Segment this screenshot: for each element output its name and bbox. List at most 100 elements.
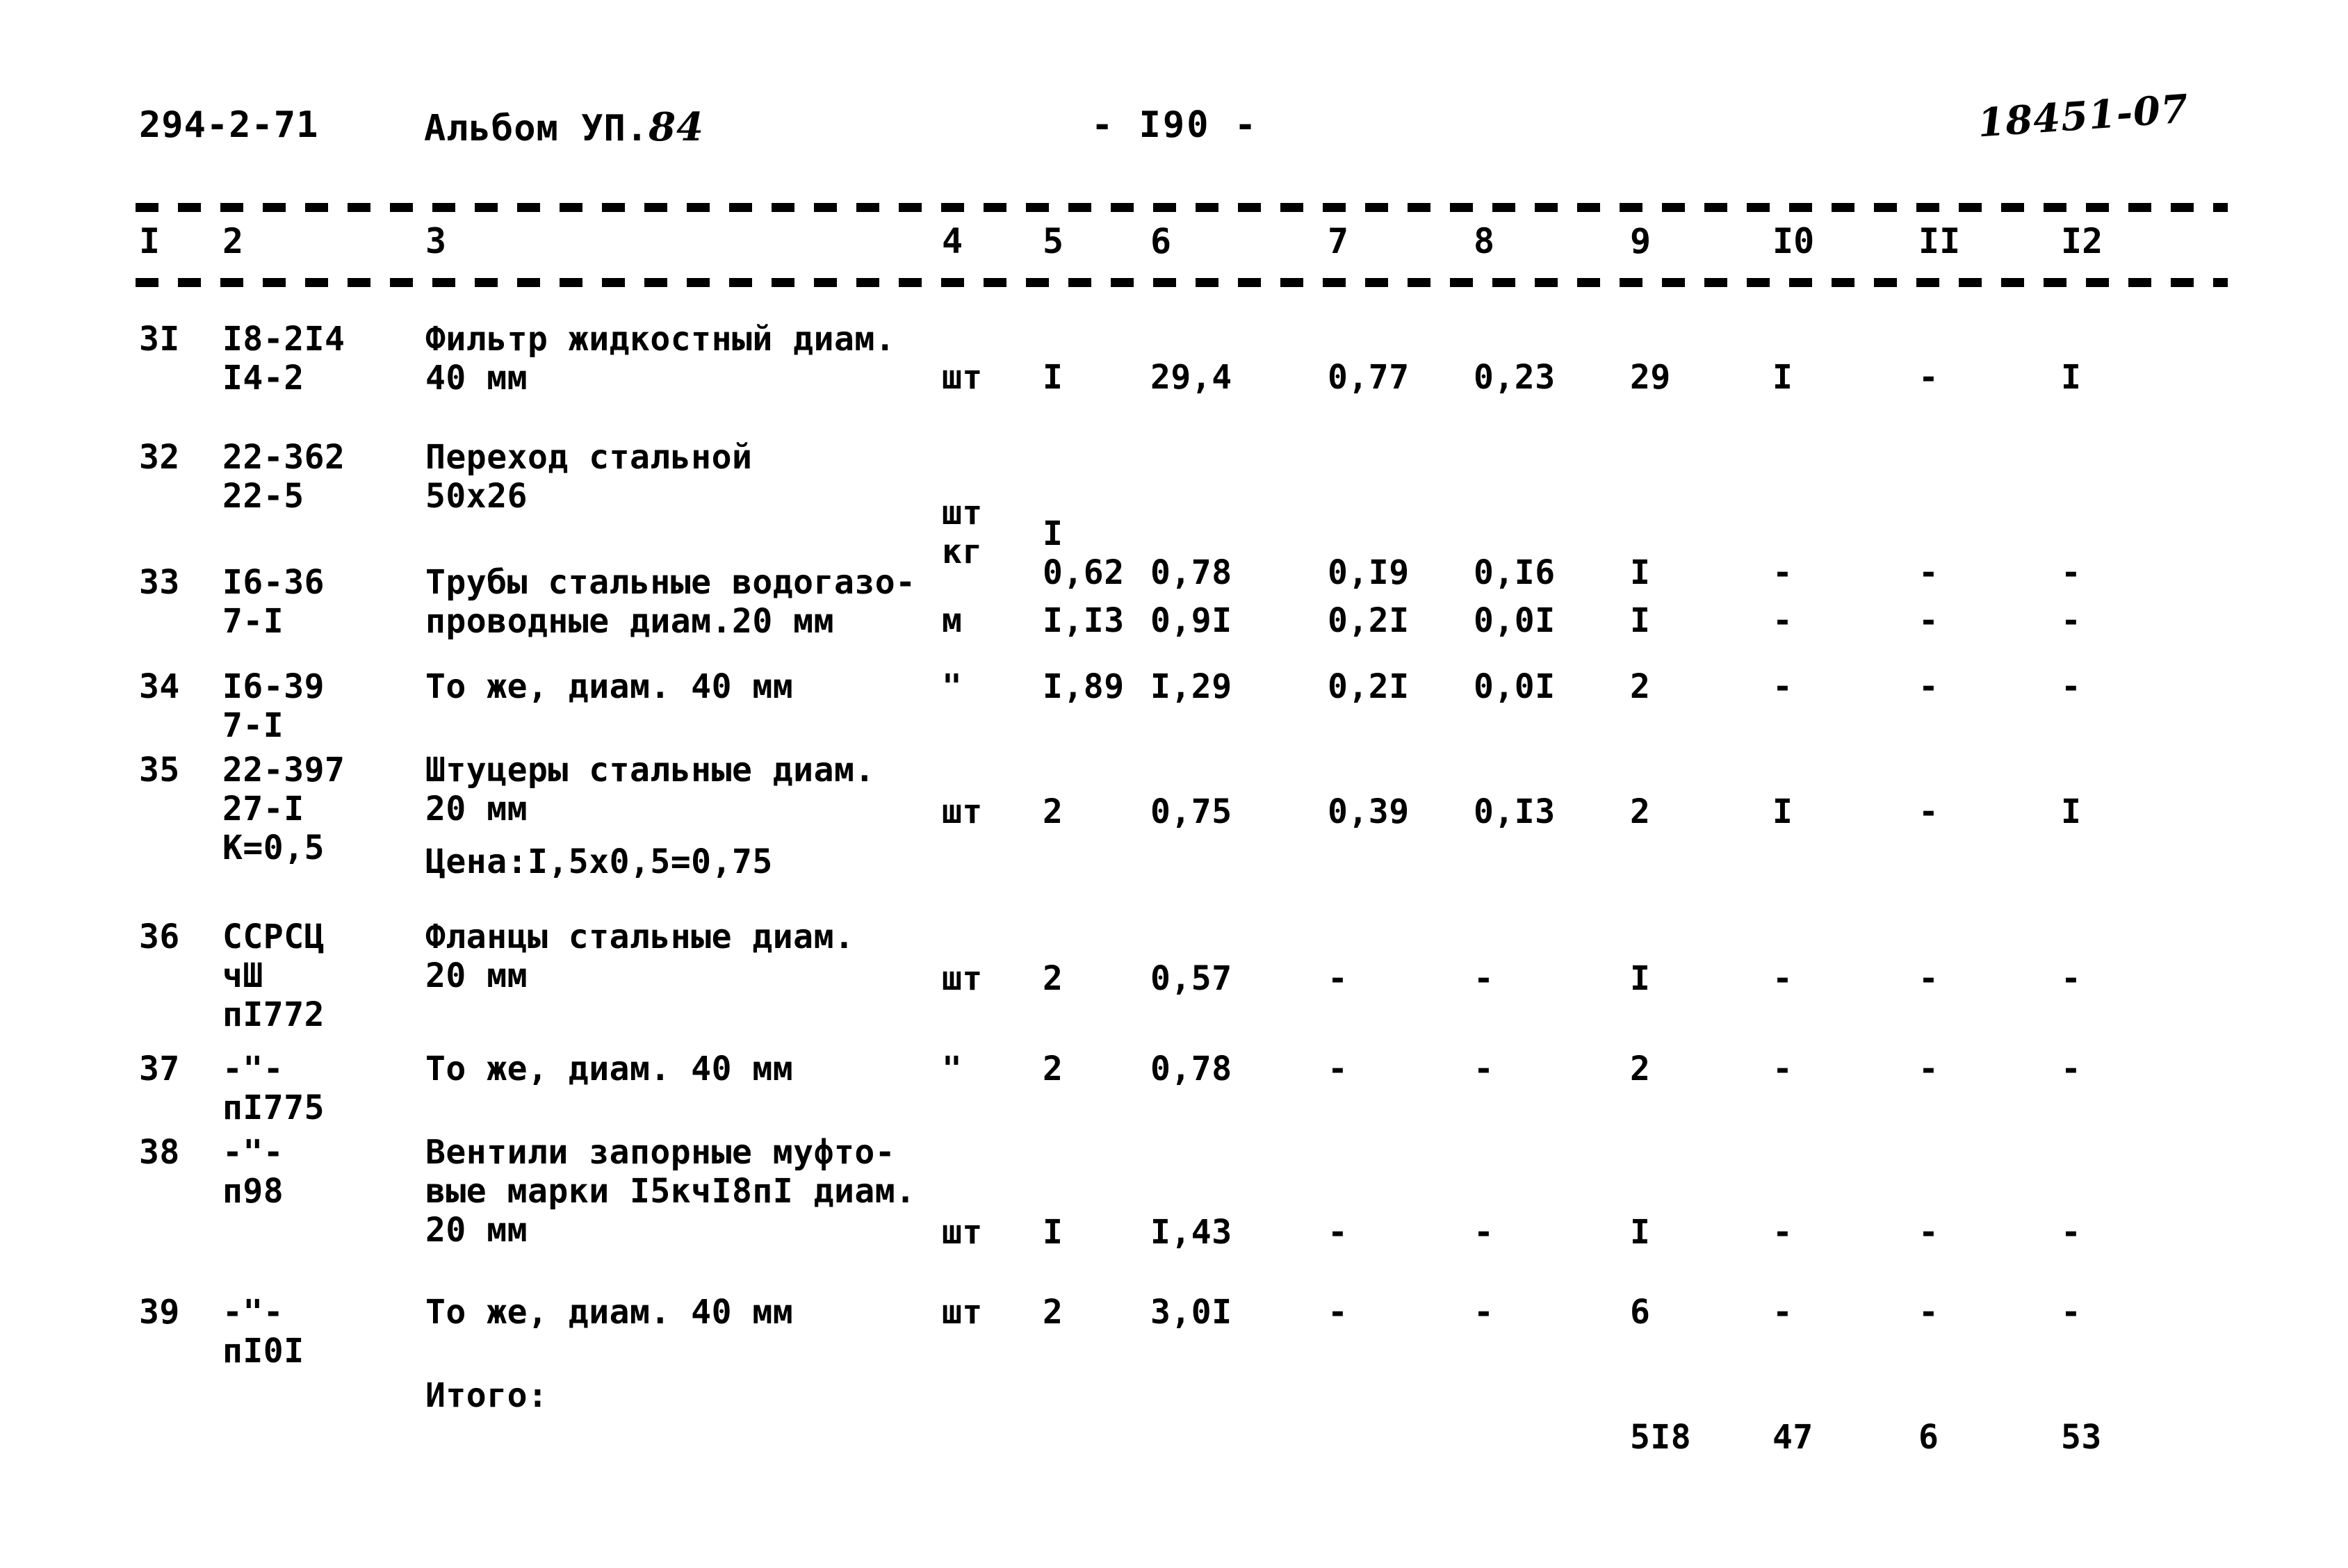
row-value-col10: - (1772, 553, 1793, 592)
row-value-col7: - (1328, 1050, 1348, 1088)
row-value-col9: I (1630, 959, 1651, 998)
row-value-col6: 0,78 (1150, 1050, 1232, 1088)
row-value-col11: - (1918, 792, 1939, 831)
column-number-10: I0 (1772, 221, 1815, 261)
row-description: Вентили запорные муфто- вые марки I5кчI8… (425, 1133, 916, 1250)
row-description: То же, диам. 40 мм (425, 1293, 794, 1332)
row-unit: шт (942, 959, 983, 998)
row-code: -"- пI775 (222, 1050, 325, 1127)
row-code: ССРСЦ чШ пI772 (222, 917, 325, 1034)
row-quantity: I (1043, 1213, 1063, 1252)
row-value-col9: 29 (1630, 358, 1671, 397)
row-description: Трубы стальные водогазо- проводные диам.… (425, 563, 916, 641)
row-value-col8: - (1474, 959, 1494, 998)
row-quantity: 2 (1043, 1050, 1063, 1088)
row-value-col11: - (1918, 601, 1939, 640)
column-number-2: 2 (222, 221, 244, 261)
row-value-col6: 3,0I (1150, 1293, 1232, 1332)
document-page: 294-2-71 Альбом УП.84 - I90 - 18451-07 I… (0, 0, 2348, 1568)
table-header-rule (136, 278, 2228, 287)
row-value-col11: - (1918, 553, 1939, 592)
row-value-col8: 0,I3 (1474, 792, 1556, 831)
row-value-col7: 0,77 (1328, 358, 1410, 397)
row-quantity: I (1043, 358, 1063, 397)
row-quantity: I 0,62 (1043, 514, 1125, 592)
row-quantity: 2 (1043, 792, 1063, 831)
row-description: Фланцы стальные диам. 20 мм (425, 917, 855, 995)
row-value-col7: - (1328, 959, 1348, 998)
column-number-4: 4 (942, 221, 963, 261)
row-value-col10: - (1772, 1213, 1793, 1252)
row-value-col10: I (1772, 792, 1793, 831)
row-value-col9: 2 (1630, 1050, 1651, 1088)
row-value-col7: 0,I9 (1328, 553, 1410, 592)
row-value-col8: - (1474, 1213, 1494, 1252)
row-value-col9: I (1630, 601, 1651, 640)
row-number: 34 (139, 667, 180, 706)
row-unit: шт (942, 358, 983, 397)
page-number: - I90 - (1091, 104, 1259, 146)
row-value-col6: 0,75 (1150, 792, 1232, 831)
row-value-col8: 0,23 (1474, 358, 1556, 397)
row-value-col9: I (1630, 1213, 1651, 1252)
row-number: 38 (139, 1133, 180, 1172)
row-value-col7: 0,39 (1328, 792, 1410, 831)
totals-col12: 53 (2061, 1418, 2102, 1457)
column-number-6: 6 (1150, 221, 1172, 261)
row-value-col6: I,43 (1150, 1213, 1232, 1252)
table-top-rule (136, 203, 2228, 212)
row-value-col7: - (1328, 1213, 1348, 1252)
row-value-col12: - (2061, 1213, 2082, 1252)
row-value-col9: 6 (1630, 1293, 1651, 1332)
row-number: 39 (139, 1293, 180, 1332)
column-number-3: 3 (425, 221, 447, 261)
row-description: То же, диам. 40 мм (425, 1050, 794, 1088)
row-unit: м (942, 601, 963, 640)
row-price-note: Цена:I,5х0,5=0,75 (425, 842, 773, 881)
row-code: -"- п98 (222, 1133, 284, 1211)
row-value-col8: 0,0I (1474, 601, 1556, 640)
row-value-col6: 0,9I (1150, 601, 1232, 640)
row-number: 37 (139, 1050, 180, 1088)
row-value-col12: - (2061, 553, 2082, 592)
row-value-col10: - (1772, 667, 1793, 706)
row-value-col12: - (2061, 667, 2082, 706)
row-value-col12: I (2061, 358, 2082, 397)
row-value-col7: 0,2I (1328, 601, 1410, 640)
row-value-col6: 0,78 (1150, 553, 1232, 592)
row-value-col12: I (2061, 792, 2082, 831)
row-value-col12: - (2061, 601, 2082, 640)
row-value-col6: 29,4 (1150, 358, 1232, 397)
row-number: 32 (139, 438, 180, 477)
row-value-col9: 2 (1630, 792, 1651, 831)
row-number: 33 (139, 563, 180, 602)
row-value-col9: I (1630, 553, 1651, 592)
row-unit: шт (942, 1213, 983, 1252)
row-value-col6: I,29 (1150, 667, 1232, 706)
column-number-12: I2 (2061, 221, 2103, 261)
row-unit: шт кг (942, 493, 983, 571)
row-description: Штуцеры стальные диам. 20 мм Цена:I,5х0,5… (425, 751, 926, 881)
row-value-col10: - (1772, 1050, 1793, 1088)
row-unit: шт (942, 1293, 983, 1332)
row-quantity: 2 (1043, 1293, 1063, 1332)
row-quantity: I,89 (1043, 667, 1125, 706)
row-value-col10: - (1772, 601, 1793, 640)
row-code: 22-397 27-I К=0,5 (222, 751, 345, 867)
row-description: Фильтр жидкостный диам. 40 мм (425, 320, 896, 398)
row-value-col11: - (1918, 959, 1939, 998)
row-unit: " (942, 1050, 963, 1088)
row-code: I6-39 7-I (222, 667, 325, 745)
row-value-col11: - (1918, 1050, 1939, 1088)
row-value-col11: - (1918, 358, 1939, 397)
column-number-7: 7 (1328, 221, 1349, 261)
row-code: I8-2I4 I4-2 (222, 320, 345, 398)
column-number-1: I (139, 221, 161, 261)
row-value-col8: 0,I6 (1474, 553, 1556, 592)
archive-stamp: 18451-07 (1976, 85, 2190, 147)
row-value-col11: - (1918, 667, 1939, 706)
row-value-col8: - (1474, 1293, 1494, 1332)
row-value-col6: 0,57 (1150, 959, 1232, 998)
document-code: 294-2-71 (139, 104, 319, 146)
row-description: То же, диам. 40 мм (425, 667, 794, 706)
